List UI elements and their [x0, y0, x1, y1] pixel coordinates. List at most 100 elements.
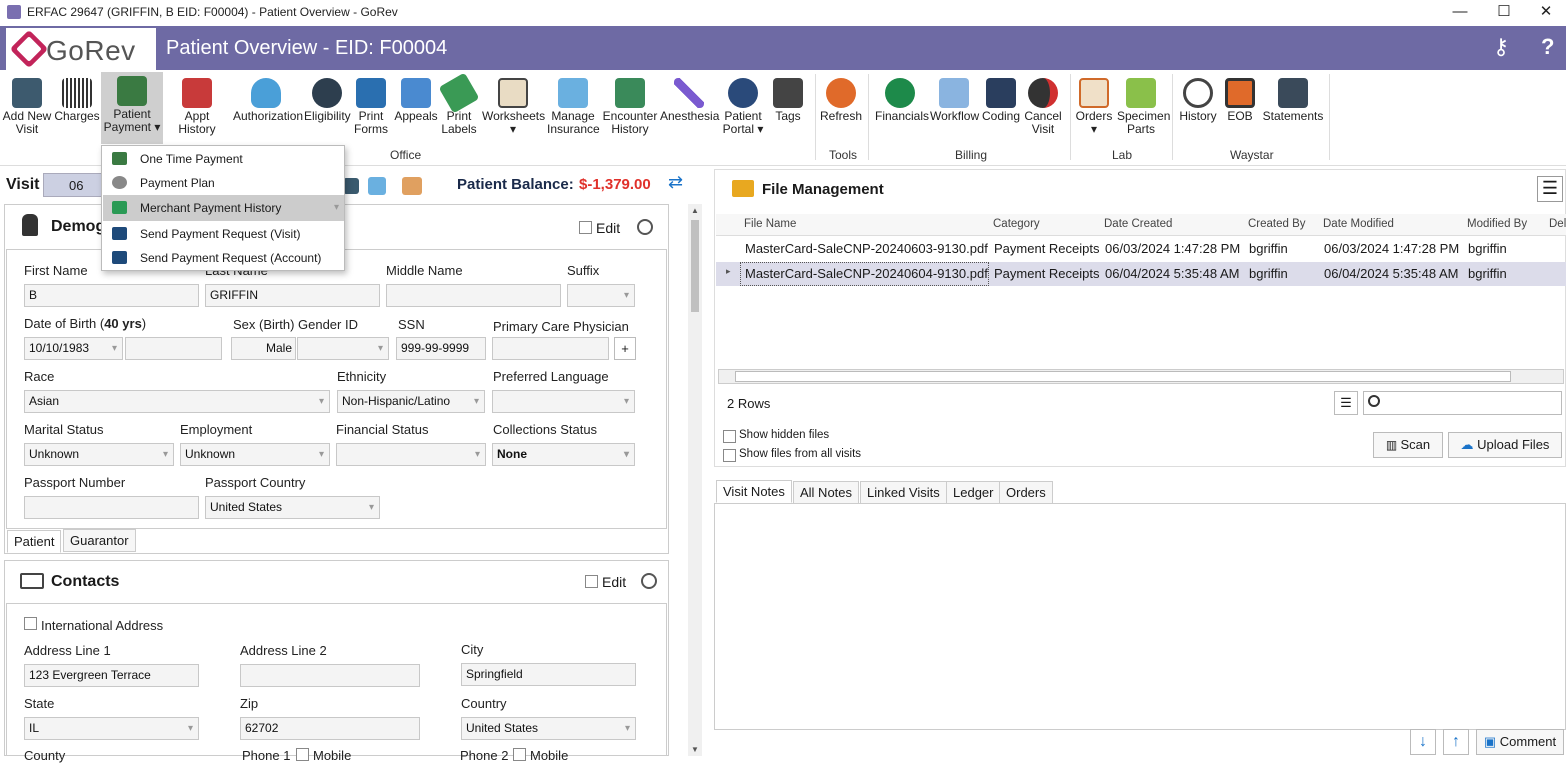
col-modified-by[interactable]: Modified By — [1467, 218, 1527, 230]
financials-button[interactable]: Financials — [875, 74, 929, 123]
language-select[interactable] — [492, 390, 635, 413]
show-all-checkbox[interactable] — [723, 449, 736, 462]
maximize-button[interactable]: ☐ — [1481, 0, 1527, 26]
print-forms-button[interactable]: Print Forms — [352, 74, 390, 136]
upload-files-button[interactable]: ☁ Upload Files — [1448, 432, 1562, 458]
tab-patient[interactable]: Patient — [7, 530, 62, 553]
keys-icon[interactable]: ⚷ — [1493, 34, 1509, 60]
tab-all-notes[interactable]: All Notes — [793, 481, 860, 504]
collections-select[interactable]: None — [492, 443, 635, 466]
race-select[interactable]: Asian — [24, 390, 330, 413]
swap-icon[interactable]: ⇄ — [668, 172, 683, 193]
left-scrollbar[interactable]: ▲ ▼ — [688, 204, 702, 756]
first-name-field[interactable]: B — [24, 284, 199, 307]
refresh-button[interactable]: Refresh — [820, 74, 862, 123]
cancel-visit-button[interactable]: Cancel Visit — [1023, 74, 1063, 136]
time-field[interactable] — [125, 337, 222, 360]
print-labels-button[interactable]: Print Labels — [438, 72, 480, 136]
phone1-type-checkbox[interactable] — [296, 748, 309, 761]
worksheets-button[interactable]: Worksheets ▾ — [482, 74, 545, 136]
list-icon[interactable]: ☰ — [1334, 391, 1358, 415]
minimize-button[interactable]: — — [1437, 0, 1483, 26]
middle-name-field[interactable] — [386, 284, 561, 307]
visit-action-icon[interactable] — [343, 178, 359, 194]
appeals-button[interactable]: Appeals — [394, 74, 438, 123]
menu-item-send-request-account[interactable]: Send Payment Request (Account) — [103, 245, 344, 271]
arrow-down-icon[interactable]: ↓ — [1410, 729, 1436, 755]
workflow-button[interactable]: Workflow — [930, 74, 979, 123]
close-button[interactable]: ✕ — [1523, 0, 1566, 26]
suffix-select[interactable] — [567, 284, 635, 307]
state-select[interactable]: IL — [24, 717, 199, 740]
hscroll-thumb[interactable] — [735, 371, 1511, 382]
appt-history-button[interactable]: Appt History — [165, 74, 229, 136]
row-expand-icon[interactable]: ▸ — [726, 266, 731, 277]
scroll-up-icon[interactable]: ▲ — [691, 206, 699, 215]
patient-portal-button[interactable]: Patient Portal ▾ — [720, 74, 766, 136]
history-button[interactable]: History — [1178, 74, 1218, 123]
visit-selector[interactable]: 06 — [43, 173, 103, 197]
zip-field[interactable]: 62702 — [240, 717, 420, 740]
help-icon[interactable]: ? — [1541, 34, 1554, 60]
demographics-edit-checkbox[interactable] — [579, 221, 592, 234]
tab-guarantor[interactable]: Guarantor — [63, 529, 136, 552]
tab-ledger[interactable]: Ledger — [946, 481, 1001, 504]
scroll-thumb[interactable] — [691, 220, 699, 312]
col-date-modified[interactable]: Date Modified — [1323, 218, 1394, 230]
menu-item-send-request-visit[interactable]: Send Payment Request (Visit) — [103, 221, 344, 247]
scroll-down-icon[interactable]: ▼ — [691, 745, 699, 754]
specimen-parts-button[interactable]: Specimen Parts — [1117, 74, 1170, 136]
tab-visit-notes[interactable]: Visit Notes — [716, 480, 792, 503]
employment-select[interactable]: Unknown — [180, 443, 330, 466]
ssn-field[interactable]: 999-99-9999 — [396, 337, 486, 360]
history-clock-icon[interactable] — [637, 219, 653, 235]
show-hidden-checkbox[interactable] — [723, 430, 736, 443]
col-created-by[interactable]: Created By — [1248, 218, 1306, 230]
horizontal-scrollbar[interactable] — [718, 369, 1564, 384]
col-category[interactable]: Category — [993, 218, 1040, 230]
table-row[interactable]: MasterCard-SaleCNP-20240603-9130.pdf Pay… — [716, 237, 1566, 261]
col-file-name[interactable]: File Name — [744, 218, 796, 230]
passport-field[interactable] — [24, 496, 199, 519]
statements-button[interactable]: Statements — [1262, 74, 1324, 123]
pcp-field[interactable] — [492, 337, 609, 360]
address1-field[interactable]: 123 Evergreen Terrace — [24, 664, 199, 687]
gender-id-select[interactable] — [297, 337, 389, 360]
menu-item-merchant-payment-history[interactable]: Merchant Payment History — [103, 195, 344, 221]
table-row[interactable]: ▸ MasterCard-SaleCNP-20240604-9130.pdf P… — [716, 262, 1566, 286]
col-date-created[interactable]: Date Created — [1104, 218, 1172, 230]
search-input[interactable] — [1363, 391, 1562, 415]
insurance-small-icon[interactable] — [368, 177, 386, 195]
eob-button[interactable]: EOB — [1222, 74, 1258, 123]
orders-button[interactable]: Orders ▾ — [1075, 74, 1113, 136]
phone2-type-checkbox[interactable] — [513, 748, 526, 761]
marital-select[interactable]: Unknown — [24, 443, 174, 466]
tags-button[interactable]: Tags — [770, 74, 806, 123]
menu-item-payment-plan[interactable]: Payment Plan — [103, 170, 344, 196]
col-del[interactable]: Del — [1549, 218, 1566, 230]
dob-field[interactable]: 10/10/1983 — [24, 337, 123, 360]
city-field[interactable]: Springfield — [461, 663, 636, 686]
tab-linked-visits[interactable]: Linked Visits — [860, 481, 947, 504]
address2-field[interactable] — [240, 664, 420, 687]
charges-button[interactable]: Charges — [54, 74, 100, 123]
encounter-history-button[interactable]: Encounter History — [602, 74, 658, 136]
wallet-icon[interactable] — [402, 177, 422, 195]
patient-payment-button[interactable]: Patient Payment ▾ — [101, 72, 163, 144]
arrow-up-icon[interactable]: ↑ — [1443, 729, 1469, 755]
comment-button[interactable]: ▣ Comment — [1476, 729, 1564, 755]
add-pcp-button[interactable]: + — [614, 337, 636, 360]
financial-select[interactable] — [336, 443, 486, 466]
ethnicity-select[interactable]: Non-Hispanic/Latino — [337, 390, 485, 413]
scan-button[interactable]: ▥ Scan — [1373, 432, 1443, 458]
menu-icon[interactable]: ☰ — [1537, 176, 1563, 202]
authorization-button[interactable]: Authorization — [233, 74, 303, 123]
tab-orders[interactable]: Orders — [999, 481, 1053, 504]
coding-button[interactable]: Coding — [982, 74, 1020, 123]
eligibility-button[interactable]: Eligibility — [304, 74, 351, 123]
anesthesia-button[interactable]: Anesthesia — [660, 74, 719, 123]
passport-country-select[interactable]: United States — [205, 496, 380, 519]
sex-select[interactable]: Male — [231, 337, 296, 360]
history-clock-icon[interactable] — [641, 573, 657, 589]
last-name-field[interactable]: GRIFFIN — [205, 284, 380, 307]
